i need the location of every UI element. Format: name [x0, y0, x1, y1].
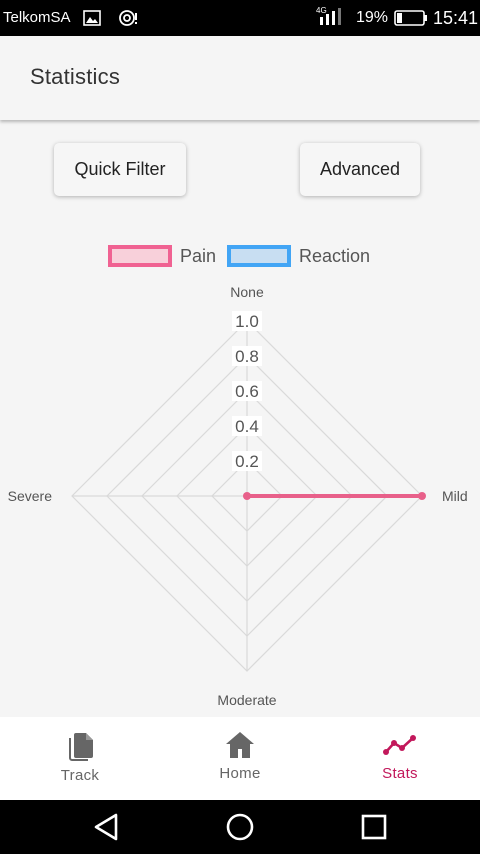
nav-label-stats: Stats: [382, 765, 418, 782]
series-pain-point-1[interactable]: [418, 492, 426, 500]
quick-filter-button[interactable]: Quick Filter: [54, 143, 186, 196]
clock: 15:41: [433, 8, 479, 28]
home-circle-icon[interactable]: [225, 812, 255, 842]
tick-label-4: 0.2: [235, 452, 259, 471]
legend-label-pain: Pain: [180, 245, 217, 266]
location-notification-icon: [119, 10, 137, 26]
nav-label-home: Home: [219, 765, 261, 782]
line-chart-icon: [383, 735, 416, 755]
tick-label-0: 1.0: [235, 312, 259, 331]
axis-label-mild: Mild: [442, 488, 468, 504]
axis-label-moderate: Moderate: [217, 692, 276, 708]
signal-icon: 4G: [316, 6, 341, 25]
app-bar: Statistics: [0, 36, 480, 120]
carrier-name: TelkomSA: [3, 9, 71, 26]
legend-swatch-pain: [108, 245, 172, 267]
home-icon: [226, 732, 254, 758]
tick-label-2: 0.6: [235, 382, 259, 401]
page-title: Statistics: [30, 64, 121, 89]
recents-icon[interactable]: [359, 812, 389, 842]
radar-chart: 1.0 0.8 0.6 0.4 0.2 None Mild Moderate Severe: [8, 284, 468, 708]
network-type: 4G: [316, 6, 327, 15]
gallery-notification-icon: [83, 10, 101, 26]
axis-label-none: None: [230, 284, 264, 300]
status-bar: TelkomSA 4G 19% 15:41: [0, 0, 480, 36]
legend-item-reaction[interactable]: Reaction: [227, 244, 370, 268]
legend-item-pain[interactable]: Pain: [108, 244, 216, 268]
file-copy-icon: [69, 733, 93, 761]
advanced-filter-button[interactable]: Advanced: [300, 143, 420, 196]
bottom-navigation: Track Home Stats: [0, 717, 480, 800]
system-navigation-bar: [0, 800, 480, 854]
nav-item-stats[interactable]: Stats: [320, 717, 480, 800]
nav-item-track[interactable]: Track: [0, 717, 160, 800]
nav-item-home[interactable]: Home: [160, 717, 320, 800]
series-pain-point-0[interactable]: [243, 492, 251, 500]
nav-label-track: Track: [60, 767, 100, 784]
battery-icon: [394, 10, 427, 26]
tick-label-1: 0.8: [235, 347, 259, 366]
axis-label-severe: Severe: [8, 488, 53, 504]
radar-series: [243, 492, 426, 500]
legend-label-reaction: Reaction: [299, 245, 371, 266]
tick-label-3: 0.4: [235, 417, 259, 436]
legend-swatch-reaction: [227, 245, 291, 267]
back-icon[interactable]: [92, 812, 122, 842]
battery-percentage: 19%: [356, 9, 389, 26]
